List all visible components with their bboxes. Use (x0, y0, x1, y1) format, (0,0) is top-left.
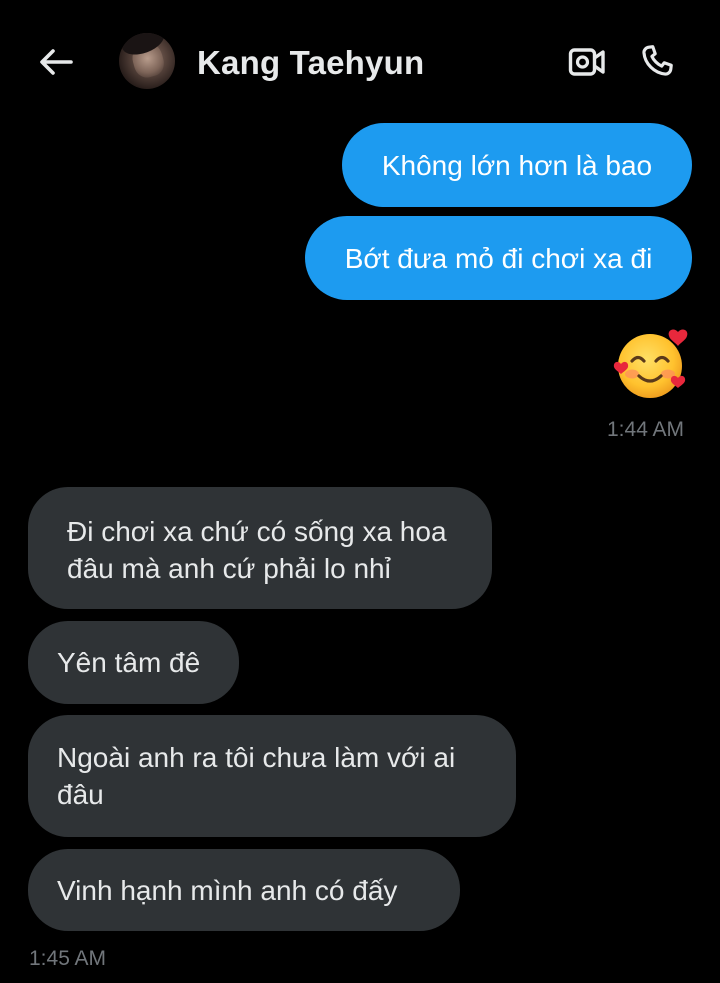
contact-avatar[interactable] (119, 33, 175, 89)
video-call-button[interactable] (566, 42, 608, 82)
sent-timestamp: 1:44 AM (607, 418, 685, 441)
back-button[interactable] (36, 42, 76, 82)
message-text: Không lớn hơn là bao (381, 149, 653, 181)
sent-message[interactable]: Không lớn hơn là bao (342, 123, 692, 207)
message-text: Yên tâm đê (57, 647, 201, 678)
sent-message[interactable]: Bớt đưa mỏ đi chơi xa đi (305, 216, 692, 300)
received-message[interactable]: Yên tâm đê (28, 621, 239, 704)
conversation-header: Kang Taehyun (0, 0, 720, 118)
message-text: Bớt đưa mỏ đi chơi xa đi (344, 242, 653, 274)
phone-call-icon (642, 45, 673, 76)
sent-emoji-message[interactable] (612, 326, 692, 402)
message-text-line: đâu (57, 779, 104, 810)
contact-name[interactable]: Kang Taehyun (197, 44, 424, 82)
received-timestamp: 1:45 AM (29, 947, 107, 970)
phone-call-button[interactable] (636, 40, 678, 82)
arrow-left-icon (40, 49, 73, 75)
video-call-icon (568, 48, 605, 76)
received-message[interactable]: Vinh hạnh mình anh có đấy (28, 849, 460, 931)
smiling-face-with-hearts-icon (613, 329, 688, 398)
message-text-line: Ngoài anh ra tôi chưa làm với ai (57, 742, 456, 773)
message-text-line: Đi chơi xa chứ có sống xa hoa (67, 516, 447, 547)
received-message[interactable]: Ngoài anh ra tôi chưa làm với ai đâu (28, 715, 516, 837)
message-text: Vinh hạnh mình anh có đấy (57, 875, 398, 906)
received-message[interactable]: Đi chơi xa chứ có sống xa hoa đâu mà anh… (28, 487, 492, 609)
message-text-line: đâu mà anh cứ phải lo nhỉ (67, 553, 391, 584)
